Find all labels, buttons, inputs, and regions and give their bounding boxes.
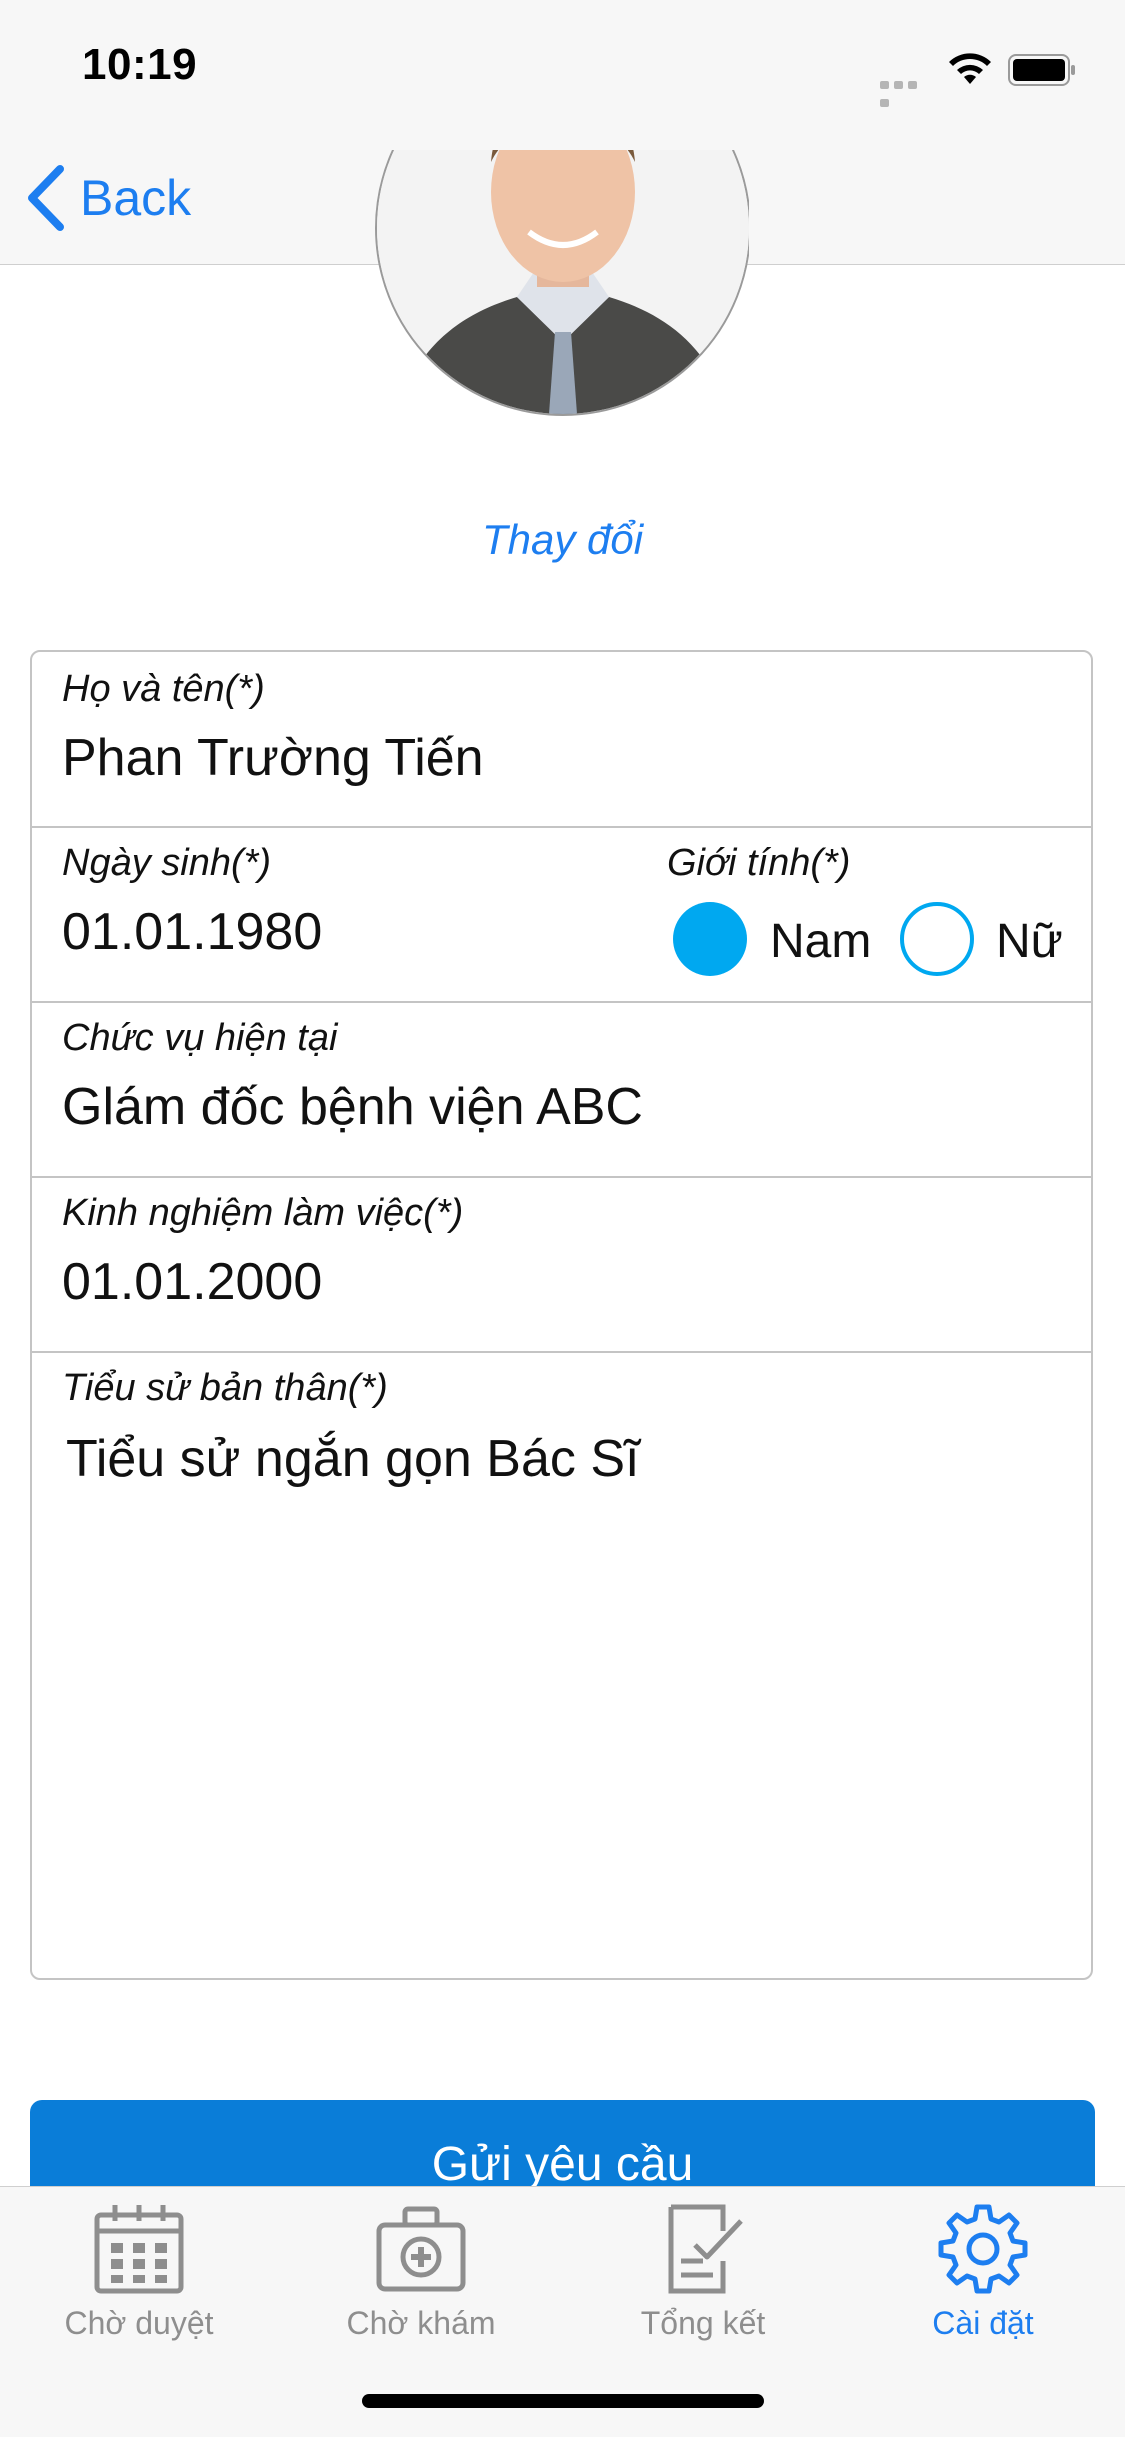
tab-label: Chờ khám — [346, 2305, 496, 2341]
biography-label: Tiểu sử bản thân(*) — [62, 1367, 388, 1409]
tab-waiting-exam[interactable]: Chờ khám — [306, 2201, 536, 2342]
tab-label: Cài đặt — [932, 2305, 1034, 2341]
birth-gender-row: Ngày sinh(*) 01.01.1980 Giới tính(*) Nam… — [32, 828, 1091, 1003]
status-time: 10:19 — [82, 40, 198, 89]
full-name-field[interactable]: Phan Trường Tiến — [62, 728, 484, 788]
doctor-profile-form: Họ và tên(*) Phan Trường Tiến Ngày sinh(… — [30, 650, 1093, 1980]
position-row[interactable]: Chức vụ hiện tại Glám đốc bệnh viện ABC — [32, 1003, 1091, 1178]
experience-row[interactable]: Kinh nghiệm làm việc(*) 01.01.2000 — [32, 1178, 1091, 1353]
gender-female-label: Nữ — [996, 915, 1063, 968]
full-name-label: Họ và tên(*) — [62, 668, 265, 710]
gender-radio-male[interactable] — [673, 902, 747, 976]
gender-male-label: Nam — [770, 915, 872, 968]
tab-summary[interactable]: Tổng kết — [588, 2201, 818, 2342]
doctor-photo — [377, 150, 749, 414]
tab-settings[interactable]: Cài đặt — [868, 2201, 1098, 2342]
battery-icon — [1008, 54, 1075, 86]
tab-pending-approval[interactable]: Chờ duyệt — [24, 2201, 254, 2342]
status-bar: 10:19 — [0, 0, 1125, 132]
position-field[interactable]: Glám đốc bệnh viện ABC — [62, 1077, 643, 1137]
gender-radio-female[interactable] — [900, 902, 974, 976]
calendar-icon — [94, 2205, 184, 2294]
change-photo-link[interactable]: Thay đổi — [0, 516, 1125, 564]
gender-label: Giới tính(*) — [667, 842, 851, 884]
birth-date-field[interactable]: 01.01.1980 — [62, 902, 322, 962]
biography-row[interactable]: Tiểu sử bản thân(*) Tiểu sử ngắn gọn Bác… — [32, 1353, 1091, 1978]
home-indicator — [362, 2394, 764, 2408]
biography-textarea[interactable]: Tiểu sử ngắn gọn Bác Sĩ — [66, 1429, 639, 1489]
tab-label: Chờ duyệt — [64, 2305, 214, 2341]
full-name-row[interactable]: Họ và tên(*) Phan Trường Tiến — [32, 652, 1091, 828]
avatar[interactable] — [375, 150, 749, 416]
experience-label: Kinh nghiệm làm việc(*) — [62, 1192, 464, 1234]
checklist-icon — [668, 2204, 743, 2294]
wifi-icon — [949, 53, 991, 84]
gear-icon — [938, 2204, 1028, 2294]
medical-kit-icon — [376, 2206, 466, 2292]
birth-date-label: Ngày sinh(*) — [62, 842, 272, 884]
cellular-signal-icon — [880, 76, 932, 107]
experience-field[interactable]: 01.01.2000 — [62, 1252, 322, 1312]
tab-label: Tổng kết — [640, 2305, 766, 2341]
avatar-container — [375, 150, 749, 485]
position-label: Chức vụ hiện tại — [62, 1017, 338, 1059]
